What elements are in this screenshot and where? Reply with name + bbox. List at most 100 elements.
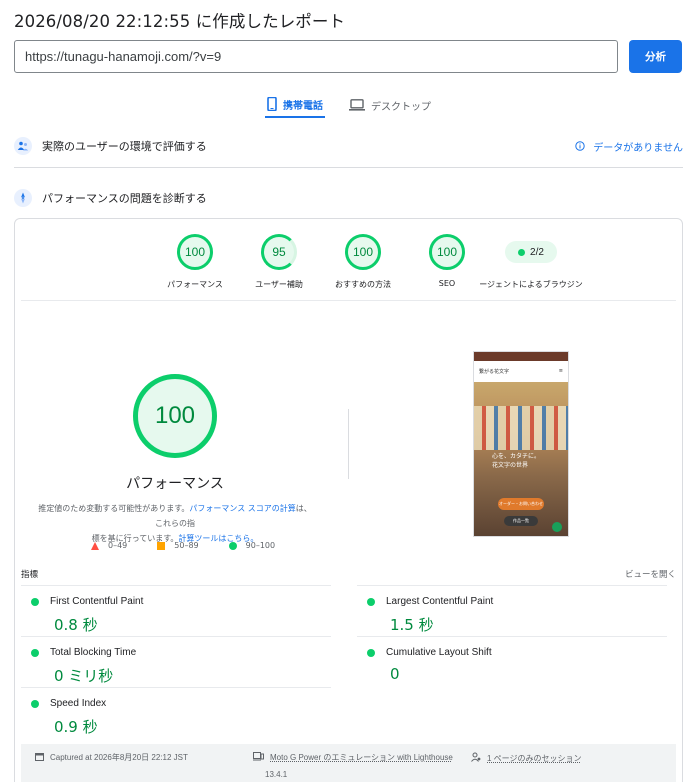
chat-icon <box>552 522 562 532</box>
device-icon <box>253 752 264 763</box>
hero-line: 心を、カタチに。 <box>492 453 541 460</box>
square-icon <box>157 541 166 550</box>
score-label: ユーザー補助 <box>255 280 303 289</box>
legend-fail: 0–49 <box>91 541 127 550</box>
metric-name: Speed Index <box>50 698 107 709</box>
calendar-icon <box>35 752 44 763</box>
screenshot-hero: 心を、カタチに。 花文字の世界 オーダー・お問い合わせ 作品一覧 <box>474 382 568 536</box>
lab-data-title: パフォーマンスの問題を診断する <box>42 192 207 205</box>
lighthouse-report-card: 100 パフォーマンス 95 ユーザー補助 100 おすすめの方法 100 SE… <box>14 218 683 782</box>
session-info[interactable]: 1 ページのみのセッション <box>471 752 582 764</box>
pass-dot <box>31 699 39 708</box>
device-text: Moto G Power のエミュレーション with Lighthouse <box>270 753 453 762</box>
lighthouse-version: 13.4.1 <box>265 770 288 779</box>
users-icon <box>14 137 32 155</box>
triangle-icon <box>91 541 99 550</box>
legend-pass: 90–100 <box>228 541 276 550</box>
metric-fcp: First Contentful Paint 0.8 秒 <box>21 585 331 635</box>
performance-big-gauge: 100 <box>133 374 217 458</box>
info-icon <box>575 141 585 151</box>
captured-info: Captured at 2026年8月20日 22:12 JST <box>35 752 188 763</box>
legend-average: 50–89 <box>157 541 199 550</box>
score-gauges: 100 パフォーマンス 95 ユーザー補助 100 おすすめの方法 100 SE… <box>153 234 583 290</box>
legend-range: 50–89 <box>174 541 199 550</box>
hero-line: 花文字の世界 <box>492 462 529 469</box>
captured-text: Captured at 2026年8月20日 22:12 JST <box>50 753 188 762</box>
metric-value: 0 <box>390 665 400 683</box>
metric-value: 0 ミリ秒 <box>54 667 114 685</box>
score-calc-link[interactable]: パフォーマンス スコアの計算 <box>189 504 295 513</box>
score-gauge: 100 <box>429 234 465 270</box>
pass-dot <box>367 648 375 657</box>
legend-range: 0–49 <box>108 541 128 550</box>
metric-name: Largest Contentful Paint <box>386 596 494 607</box>
device-info[interactable]: Moto G Power のエミュレーション with Lighthouse <box>253 752 453 763</box>
page-screenshot-thumbnail[interactable]: 繋がる花文字 ≡ 心を、カタチに。 花文字の世界 オーダー・お問い合わせ 作品一… <box>473 351 569 537</box>
screenshot-header: 繋がる花文字 ≡ <box>474 361 568 381</box>
tab-mobile[interactable]: 携帯電話 <box>265 92 325 118</box>
performance-title: パフォーマンス <box>126 476 224 492</box>
report-title: 2026/08/20 22:12:55 に作成したレポート <box>14 12 346 31</box>
score-label: おすすめの方法 <box>335 280 391 289</box>
metric-name: Cumulative Layout Shift <box>386 647 492 658</box>
metric-value: 1.5 秒 <box>390 616 434 634</box>
no-data-status: データがありません <box>575 139 683 154</box>
hamburger-icon: ≡ <box>558 368 563 374</box>
no-data-label: データがありません <box>593 142 683 154</box>
screenshot-site-name: 繋がる花文字 <box>479 368 510 375</box>
screenshot-cta: オーダー・お問い合わせ <box>498 498 544 510</box>
lighthouse-icon <box>14 189 32 207</box>
score-agentic-browsing[interactable]: 2/2 ージェントによるブラウジン <box>479 234 583 290</box>
screenshot-hero-art <box>474 406 568 450</box>
metric-lcp: Largest Contentful Paint 1.5 秒 <box>357 585 667 635</box>
performance-description: 推定値のため変動する可能性があります。パフォーマンス スコアの計算は、これらの指… <box>35 501 315 546</box>
score-accessibility[interactable]: 95 ユーザー補助 <box>237 234 321 290</box>
metric-speed-index: Speed Index 0.9 秒 <box>21 687 331 737</box>
agentic-value: 2/2 <box>530 246 544 258</box>
screenshot-cta-secondary: 作品一覧 <box>504 516 538 526</box>
metric-tbt: Total Blocking Time 0 ミリ秒 <box>21 636 331 686</box>
score-label: SEO <box>438 279 456 288</box>
smartphone-icon <box>267 97 277 111</box>
pass-dot <box>367 597 375 606</box>
session-text: 1 ページのみのセッション <box>487 753 582 763</box>
metric-name: Total Blocking Time <box>50 647 137 658</box>
agentic-badge: 2/2 <box>505 241 557 263</box>
metric-cls: Cumulative Layout Shift 0 <box>357 636 667 683</box>
score-gauge: 100 <box>177 234 213 270</box>
desc-text: 推定値のため変動する可能性があります。 <box>38 504 190 513</box>
score-gauge: 95 <box>261 234 297 270</box>
metric-value: 0.9 秒 <box>54 718 98 736</box>
score-seo[interactable]: 100 SEO <box>405 234 489 290</box>
score-best-practices[interactable]: 100 おすすめの方法 <box>321 234 405 290</box>
score-performance[interactable]: 100 パフォーマンス <box>153 234 237 290</box>
tab-mobile-label: 携帯電話 <box>283 100 323 112</box>
field-data-section: 実際のユーザーの環境で評価する データがありません <box>14 137 683 155</box>
tab-desktop[interactable]: デスクトップ <box>347 92 433 118</box>
legend-range: 90–100 <box>245 541 276 550</box>
laptop-icon <box>349 99 365 111</box>
lab-data-section: パフォーマンスの問題を診断する <box>14 189 683 207</box>
device-tabs: 携帯電話 デスクトップ <box>265 92 455 120</box>
screenshot-topbar <box>474 352 568 361</box>
tab-desktop-label: デスクトップ <box>371 101 431 113</box>
screenshot-hero-text: 心を、カタチに。 花文字の世界 <box>492 452 540 470</box>
metric-name: First Contentful Paint <box>50 596 144 607</box>
metric-value: 0.8 秒 <box>54 616 98 634</box>
analyze-button[interactable]: 分析 <box>629 40 682 73</box>
field-data-title: 実際のユーザーの環境で評価する <box>42 140 207 153</box>
metrics-label: 指標 <box>21 570 39 580</box>
run-info-footer: Captured at 2026年8月20日 22:12 JST Moto G … <box>21 744 676 782</box>
pass-dot <box>518 248 526 256</box>
score-label: ージェントによるブラウジン <box>479 280 583 289</box>
vertical-divider <box>348 409 349 479</box>
session-icon <box>471 752 481 764</box>
pass-dot <box>31 597 39 606</box>
url-input[interactable] <box>14 40 618 73</box>
pass-dot <box>31 648 39 657</box>
score-legend: 0–49 50–89 90–100 <box>91 541 275 550</box>
metrics-header: 指標 ビューを開く <box>21 568 676 580</box>
card-divider <box>21 300 676 301</box>
circle-icon <box>228 541 237 550</box>
expand-view-toggle[interactable]: ビューを開く <box>625 568 676 580</box>
